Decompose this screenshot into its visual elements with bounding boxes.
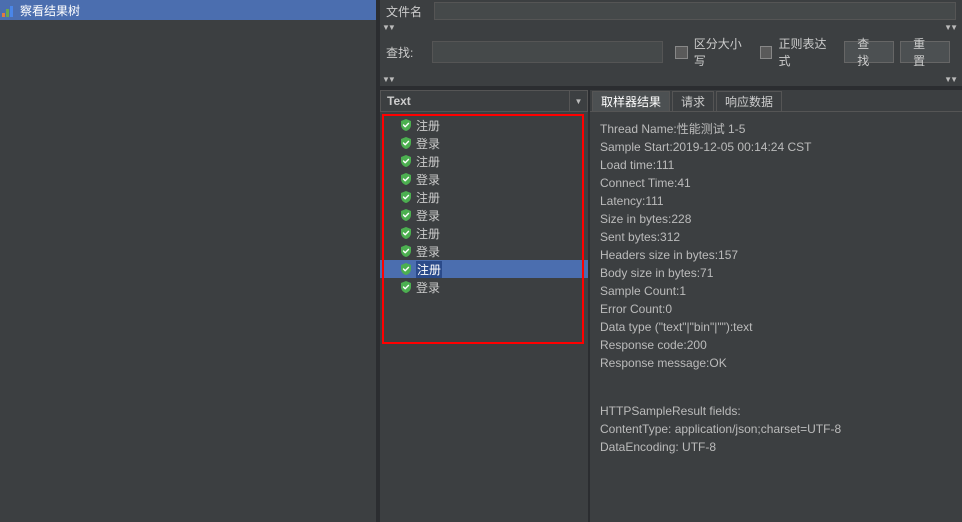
result-item-label: 登录 [416, 279, 440, 296]
result-item-label: 注册 [416, 153, 440, 170]
detail-line: Headers size in bytes:157 [600, 246, 952, 264]
detail-line: HTTPSampleResult fields: [600, 402, 952, 420]
result-item[interactable]: 登录 [380, 242, 588, 260]
left-panel-header[interactable]: 察看结果树 [0, 0, 376, 20]
success-shield-icon [400, 119, 412, 131]
result-item-label: 登录 [416, 171, 440, 188]
success-shield-icon [400, 227, 412, 239]
result-item[interactable]: 登录 [380, 206, 588, 224]
search-row: 查找: 区分大小写 正则表达式 查找 重置 [380, 34, 962, 74]
result-item[interactable]: 注册 [380, 260, 588, 278]
result-item[interactable]: 登录 [380, 170, 588, 188]
success-shield-icon [400, 245, 412, 257]
result-item-label: 注册 [416, 261, 442, 278]
result-item[interactable]: 登录 [380, 134, 588, 152]
main-panel: 文件名 ▼▼ ▼▼ 查找: 区分大小写 正则表达式 查找 重置 ▼▼ ▼▼ Te… [380, 0, 962, 522]
result-item-label: 注册 [416, 189, 440, 206]
detail-line: Error Count:0 [600, 300, 952, 318]
left-panel-title: 察看结果树 [20, 2, 80, 19]
chevron-down-icon: ▼▼ [382, 76, 394, 84]
tab-sampler-result[interactable]: 取样器结果 [592, 91, 670, 111]
result-item[interactable]: 注册 [380, 188, 588, 206]
detail-line: DataEncoding: UTF-8 [600, 438, 952, 456]
collapse-bar-top[interactable]: ▼▼ ▼▼ [380, 22, 962, 34]
detail-line: Response code:200 [600, 336, 952, 354]
success-shield-icon [400, 263, 412, 275]
result-item-label: 注册 [416, 117, 440, 134]
case-sensitive-checkbox[interactable] [675, 46, 688, 59]
detail-line: Thread Name:性能测试 1-5 [600, 120, 952, 138]
detail-line: Sample Count:1 [600, 282, 952, 300]
search-input[interactable] [432, 41, 663, 63]
success-shield-icon [400, 281, 412, 293]
results-tree-icon [2, 3, 16, 17]
result-item-label: 登录 [416, 243, 440, 260]
file-name-input[interactable] [434, 2, 956, 20]
file-name-row: 文件名 [380, 0, 962, 22]
result-item[interactable]: 注册 [380, 152, 588, 170]
detail-line: Load time:111 [600, 156, 952, 174]
result-item[interactable]: 登录 [380, 278, 588, 296]
content-row: Text ▼ 注册登录注册登录注册登录注册登录注册登录 取样器结果 请求 响应数… [380, 86, 962, 522]
detail-line: Size in bytes:228 [600, 210, 952, 228]
case-sensitive-label: 区分大小写 [694, 35, 754, 69]
results-list: 注册登录注册登录注册登录注册登录注册登录 [380, 112, 588, 522]
success-shield-icon [400, 155, 412, 167]
detail-line: Sent bytes:312 [600, 228, 952, 246]
result-item-label: 登录 [416, 135, 440, 152]
detail-column: 取样器结果 请求 响应数据 Thread Name:性能测试 1-5Sample… [590, 90, 962, 522]
reset-button[interactable]: 重置 [900, 41, 950, 63]
detail-line: Sample Start:2019-12-05 00:14:24 CST [600, 138, 952, 156]
chevron-down-icon: ▼ [569, 91, 587, 111]
detail-line: Response message:OK [600, 354, 952, 372]
detail-line: Connect Time:41 [600, 174, 952, 192]
search-button[interactable]: 查找 [844, 41, 894, 63]
detail-body[interactable]: Thread Name:性能测试 1-5Sample Start:2019-12… [590, 112, 962, 522]
search-label: 查找: [386, 44, 426, 61]
detail-line: ContentType: application/json;charset=UT… [600, 420, 952, 438]
chevron-down-icon: ▼▼ [944, 24, 956, 32]
tab-request[interactable]: 请求 [672, 91, 714, 111]
result-item-label: 注册 [416, 225, 440, 242]
success-shield-icon [400, 191, 412, 203]
result-item-label: 登录 [416, 207, 440, 224]
success-shield-icon [400, 137, 412, 149]
collapse-bar-mid[interactable]: ▼▼ ▼▼ [380, 74, 962, 86]
results-tree-column: Text ▼ 注册登录注册登录注册登录注册登录注册登录 [380, 90, 590, 522]
detail-tabs: 取样器结果 请求 响应数据 [590, 90, 962, 112]
success-shield-icon [400, 209, 412, 221]
success-shield-icon [400, 173, 412, 185]
left-tree-panel: 察看结果树 [0, 0, 380, 522]
result-item[interactable]: 注册 [380, 224, 588, 242]
detail-line: Body size in bytes:71 [600, 264, 952, 282]
result-item[interactable]: 注册 [380, 116, 588, 134]
detail-line: Data type ("text"|"bin"|""):text [600, 318, 952, 336]
renderer-dropdown[interactable]: Text ▼ [380, 90, 588, 112]
renderer-label: Text [387, 94, 411, 108]
tab-response[interactable]: 响应数据 [716, 91, 782, 111]
detail-line: Latency:111 [600, 192, 952, 210]
regex-checkbox[interactable] [760, 46, 773, 59]
chevron-down-icon: ▼▼ [382, 24, 394, 32]
file-name-label: 文件名 [386, 3, 434, 20]
chevron-down-icon: ▼▼ [944, 76, 956, 84]
regex-label: 正则表达式 [778, 35, 838, 69]
